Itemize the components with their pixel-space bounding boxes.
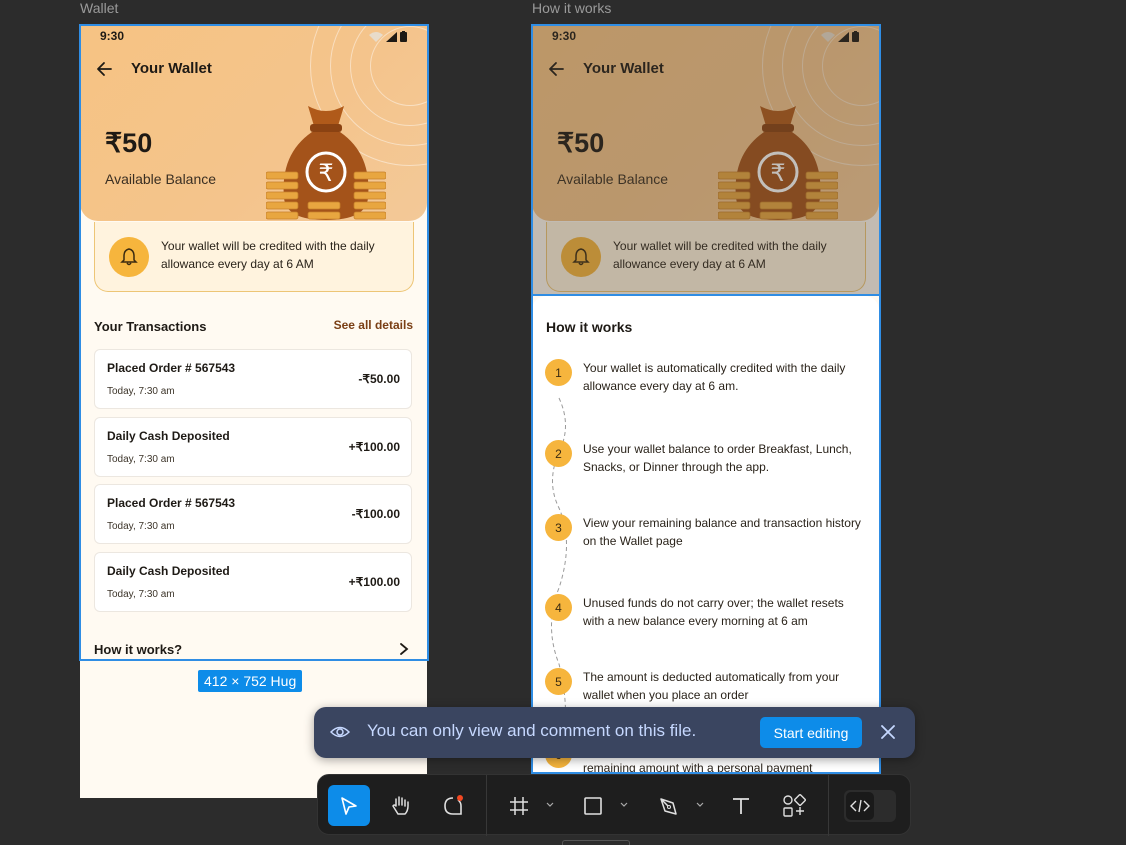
frame-tool-button[interactable] xyxy=(504,785,534,826)
status-time: 9:30 xyxy=(100,29,125,43)
step-number-badge: 5 xyxy=(545,668,572,695)
pen-tool-button[interactable] xyxy=(653,785,683,826)
step-number-badge: 1 xyxy=(545,359,572,386)
money-bag-icon: ₹ xyxy=(266,106,386,220)
transaction-time: Today, 7:30 am xyxy=(107,521,175,532)
transaction-amount: +₹100.00 xyxy=(348,575,400,589)
cursor-icon xyxy=(341,796,357,815)
close-icon[interactable] xyxy=(878,722,898,742)
transaction-row[interactable]: Placed Order # 567543 Today, 7:30 am -₹1… xyxy=(94,484,412,544)
chevron-down-icon[interactable] xyxy=(620,802,628,808)
balance-amount: ₹50 xyxy=(105,128,153,158)
transaction-row[interactable]: Daily Cash Deposited Today, 7:30 am +₹10… xyxy=(94,417,412,477)
code-icon xyxy=(850,799,870,813)
resources-icon xyxy=(783,793,806,817)
transaction-amount: -₹50.00 xyxy=(358,372,400,386)
text-icon xyxy=(733,797,749,814)
transaction-name: Placed Order # 567543 xyxy=(107,361,236,375)
rectangle-icon xyxy=(584,796,602,815)
move-tool-button[interactable] xyxy=(328,785,370,826)
comment-tool-button[interactable] xyxy=(432,785,474,826)
pen-icon xyxy=(660,797,677,815)
eye-icon xyxy=(330,726,350,738)
transaction-amount: -₹100.00 xyxy=(351,507,400,521)
transaction-time: Today, 7:30 am xyxy=(107,454,175,465)
modal-scrim[interactable] xyxy=(532,26,879,296)
step-number-badge: 2 xyxy=(545,440,572,467)
step-text: Use your wallet balance to order Breakfa… xyxy=(583,442,852,474)
step-text: View your remaining balance and transact… xyxy=(583,516,861,548)
credit-notice-text: Your wallet will be credited with the da… xyxy=(161,239,375,271)
frame-label-wallet[interactable]: Wallet xyxy=(80,0,118,16)
wallet-header: 9:30 Your Wallet ₹50 Available Balance ₹ xyxy=(80,26,427,221)
toast-message: You can only view and comment on this fi… xyxy=(367,721,697,740)
selection-size-badge: 412 × 752 Hug xyxy=(198,670,303,692)
transaction-name: Daily Cash Deposited xyxy=(107,429,230,443)
balance-label: Available Balance xyxy=(105,171,217,187)
comment-icon xyxy=(444,794,463,815)
step-text: The amount is deducted automatically fro… xyxy=(583,670,840,702)
step-text: Your wallet is automatically credited wi… xyxy=(583,361,846,393)
transaction-time: Today, 7:30 am xyxy=(107,386,175,397)
how-it-works-link[interactable]: How it works? xyxy=(94,642,182,657)
transaction-time: Today, 7:30 am xyxy=(107,589,175,600)
chevron-right-icon[interactable] xyxy=(398,642,410,656)
status-icons xyxy=(369,31,407,42)
page-tab-handle[interactable] xyxy=(562,840,630,845)
how-it-works-frame[interactable]: 9:30 Your Wallet ₹50 Available Balance ₹ xyxy=(532,26,879,772)
step-text: Unused funds do not carry over; the wall… xyxy=(583,596,844,628)
transaction-row[interactable]: Daily Cash Deposited Today, 7:30 am +₹10… xyxy=(94,552,412,612)
frame-icon xyxy=(510,796,528,815)
transactions-title: Your Transactions xyxy=(94,319,207,334)
bell-icon xyxy=(109,237,149,277)
step-number-badge: 3 xyxy=(545,514,572,541)
transaction-row[interactable]: Placed Order # 567543 Today, 7:30 am -₹5… xyxy=(94,349,412,409)
chevron-down-icon[interactable] xyxy=(546,802,554,808)
transaction-amount: +₹100.00 xyxy=(348,440,400,454)
how-it-works-sheet: How it works 1 Your wallet is automatica… xyxy=(532,296,879,772)
bottom-toolbar xyxy=(317,774,911,836)
back-arrow-icon[interactable] xyxy=(94,58,116,80)
transaction-name: Placed Order # 567543 xyxy=(107,496,236,510)
chevron-down-icon[interactable] xyxy=(696,802,704,808)
svg-text:₹: ₹ xyxy=(318,159,333,187)
start-editing-button[interactable]: Start editing xyxy=(760,717,862,748)
dev-mode-toggle[interactable] xyxy=(844,790,896,822)
hand-icon xyxy=(392,795,409,815)
step-text: remaining amount with a personal payment xyxy=(583,761,813,772)
text-tool-button[interactable] xyxy=(726,785,756,826)
step-number-badge: 4 xyxy=(545,594,572,621)
see-all-details-link[interactable]: See all details xyxy=(334,318,413,332)
credit-notice-card: Your wallet will be credited with the da… xyxy=(94,222,414,292)
transaction-name: Daily Cash Deposited xyxy=(107,564,230,578)
hand-tool-button[interactable] xyxy=(380,785,422,826)
view-only-toast: You can only view and comment on this fi… xyxy=(314,707,915,758)
frame-label-how-it-works[interactable]: How it works xyxy=(532,0,611,16)
shape-tool-button[interactable] xyxy=(578,785,608,826)
page-title: Your Wallet xyxy=(131,60,212,77)
resources-tool-button[interactable] xyxy=(779,785,809,826)
